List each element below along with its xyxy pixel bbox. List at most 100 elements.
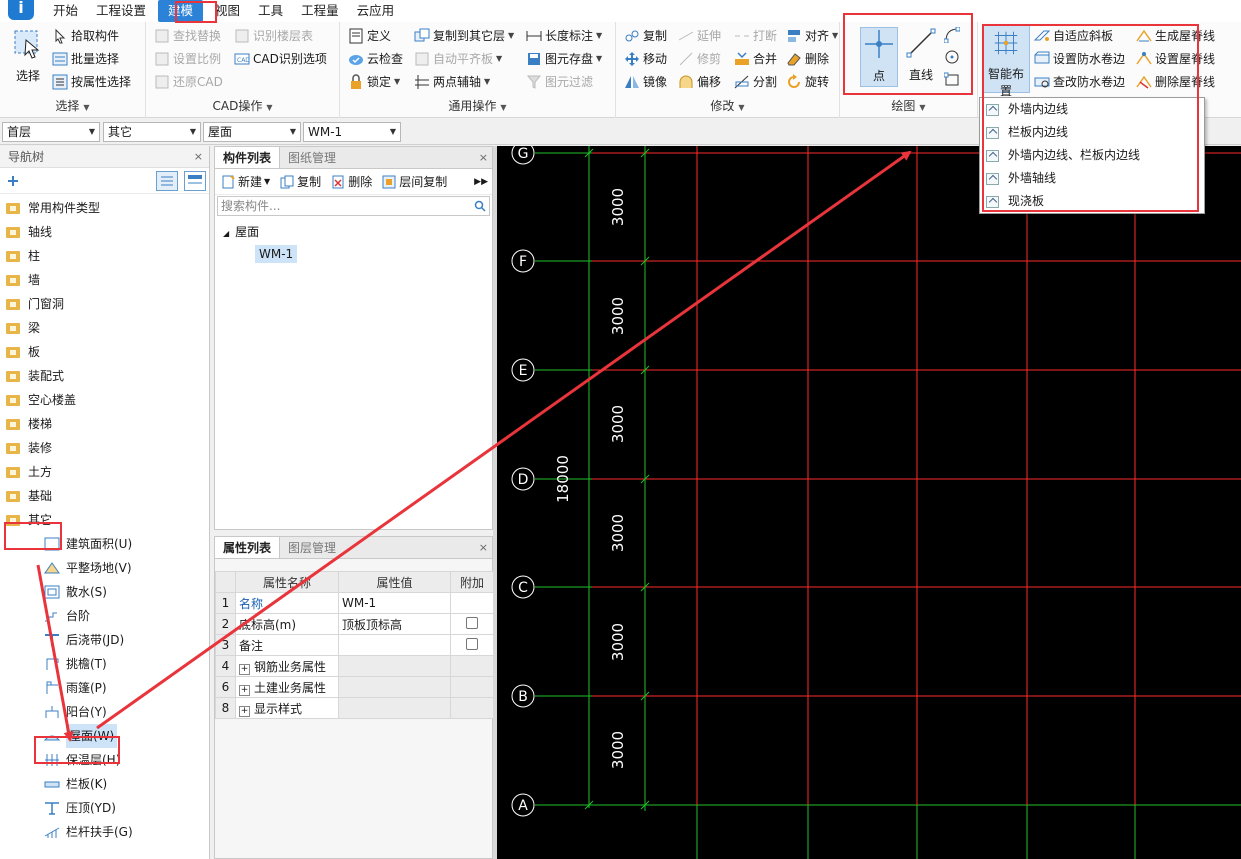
smart-layout-button[interactable]: 智能布置 ▼ xyxy=(982,25,1030,107)
nav-item[interactable]: 后浇带(JD) xyxy=(0,628,209,652)
nav-category[interactable]: 柱 xyxy=(0,244,209,268)
lock-button[interactable]: 锁定 ▼ xyxy=(348,72,400,92)
circle-icon[interactable] xyxy=(944,49,960,65)
menu-item-cast-slab[interactable]: 现浇板 xyxy=(980,190,1204,213)
expand-plus-icon[interactable]: + xyxy=(239,705,250,717)
offset-button[interactable]: 偏移 xyxy=(678,72,721,92)
menu-start[interactable]: 开始 xyxy=(44,0,87,22)
tab-property-list[interactable]: 属性列表 xyxy=(215,537,281,558)
menu-project-settings[interactable]: 工程设置 xyxy=(87,0,155,22)
app-logo[interactable]: i xyxy=(0,0,44,22)
cloud-check-button[interactable]: 云检查 xyxy=(348,49,403,69)
draw-group-label[interactable]: 绘图 ▼ xyxy=(840,97,977,114)
copy-to-other-floor-button[interactable]: 复制到其它层 ▼ xyxy=(414,26,514,46)
nav-category[interactable]: 空心楼盖 xyxy=(0,388,209,412)
copy-component-button[interactable]: 复制 xyxy=(280,173,321,190)
nav-item-roof[interactable]: 屋面(W) xyxy=(0,724,209,748)
floor-select[interactable]: 首层 ▼ xyxy=(2,122,100,142)
component-type-select[interactable]: 屋面 ▼ xyxy=(203,122,301,142)
nav-item[interactable]: 散水(S) xyxy=(0,580,209,604)
nav-category[interactable]: 墙 xyxy=(0,268,209,292)
select-by-attribute-button[interactable]: 按属性选择 xyxy=(52,72,131,92)
more-icon[interactable]: ▶▶ xyxy=(474,177,488,187)
nav-category[interactable]: 土方 xyxy=(0,460,209,484)
arc-icon[interactable] xyxy=(944,27,960,43)
extra-checkbox[interactable] xyxy=(466,637,478,650)
nav-item[interactable]: 台阶 xyxy=(0,604,209,628)
menu-cloud[interactable]: 云应用 xyxy=(348,0,404,22)
batch-select-button[interactable]: 批量选择 xyxy=(52,49,119,69)
draw-point-button[interactable]: 点 xyxy=(860,27,898,87)
nav-item[interactable]: 挑檐(T) xyxy=(0,652,209,676)
nav-category-other[interactable]: 其它 xyxy=(0,508,209,532)
expand-plus-icon[interactable]: + xyxy=(239,684,250,696)
menu-item-outer-wall-inner-edge[interactable]: 外墙内边线 xyxy=(980,98,1204,121)
trim-button[interactable]: 修剪 xyxy=(678,49,721,69)
delete-button[interactable]: 删除 xyxy=(786,49,829,69)
menu-modeling[interactable]: 建模 xyxy=(158,0,204,22)
property-value[interactable]: 顶板顶标高 xyxy=(338,613,451,635)
nav-item[interactable]: 压顶(YD) xyxy=(0,796,209,820)
align-button[interactable]: 对齐 ▼ xyxy=(786,26,838,46)
nav-item[interactable]: 平整场地(V) xyxy=(0,556,209,580)
tree-item-wm1[interactable]: WM-1 xyxy=(223,243,492,265)
nav-category[interactable]: 板 xyxy=(0,340,209,364)
find-replace-button[interactable]: 查找替换 xyxy=(154,26,221,46)
set-scale-button[interactable]: 设置比例 xyxy=(154,49,221,69)
property-group-row[interactable]: 8 + 显示样式 xyxy=(215,697,494,719)
menu-item-parapet-inner-edge[interactable]: 栏板内边线 xyxy=(980,121,1204,144)
close-icon[interactable]: × xyxy=(194,146,203,168)
check-waterproof-roll-button[interactable]: 查改防水卷边 xyxy=(1034,72,1125,92)
adaptive-slope-button[interactable]: 自适应斜板 xyxy=(1034,26,1113,46)
generate-ridge-line-button[interactable]: 生成屋脊线 xyxy=(1136,26,1215,46)
nav-item[interactable]: 阳台(Y) xyxy=(0,700,209,724)
nav-item[interactable]: 保温层(H) xyxy=(0,748,209,772)
identify-floor-table-button[interactable]: 识别楼层表 xyxy=(234,26,313,46)
nav-category[interactable]: 门窗洞 xyxy=(0,292,209,316)
auto-align-slab-button[interactable]: 自动平齐板 ▼ xyxy=(414,49,502,69)
new-component-button[interactable]: 新建 ▼ xyxy=(221,173,270,190)
define-button[interactable]: 定义 xyxy=(348,26,391,46)
nav-category[interactable]: 基础 xyxy=(0,484,209,508)
component-search-input[interactable]: 搜索构件... xyxy=(217,196,490,216)
add-icon[interactable] xyxy=(6,174,20,188)
close-icon[interactable]: × xyxy=(479,147,488,169)
pick-component-button[interactable]: 拾取构件 xyxy=(52,26,119,46)
modify-group-label[interactable]: 修改 ▼ xyxy=(616,97,839,114)
property-value[interactable]: WM-1 xyxy=(338,592,451,614)
general-group-label[interactable]: 通用操作 ▼ xyxy=(340,97,615,114)
nav-category[interactable]: 梁 xyxy=(0,316,209,340)
select-group-label[interactable]: 选择 ▼ xyxy=(0,97,145,114)
property-group-row[interactable]: 6 + 土建业务属性 xyxy=(215,676,494,698)
rotate-button[interactable]: 旋转 xyxy=(786,72,829,92)
nav-item[interactable]: 建筑面积(U) xyxy=(0,532,209,556)
cad-options-button[interactable]: CAD CAD识别选项 xyxy=(234,49,327,69)
nav-item[interactable]: 栏杆扶手(G) xyxy=(0,820,209,844)
copy-between-floors-button[interactable]: 层间复制 xyxy=(382,173,447,190)
merge-button[interactable]: 合并 xyxy=(734,49,777,69)
tab-layer-management[interactable]: 图层管理 xyxy=(280,537,344,558)
tab-component-list[interactable]: 构件列表 xyxy=(215,147,281,168)
component-select[interactable]: WM-1 ▼ xyxy=(303,122,401,142)
nav-category[interactable]: 装配式 xyxy=(0,364,209,388)
nav-category[interactable]: 楼梯 xyxy=(0,412,209,436)
search-icon[interactable] xyxy=(474,200,486,212)
set-waterproof-roll-button[interactable]: 设置防水卷边 xyxy=(1034,49,1125,69)
list-view-icon[interactable] xyxy=(156,171,178,191)
delete-ridge-line-button[interactable]: 删除屋脊线 xyxy=(1136,72,1215,92)
category-select[interactable]: 其它 ▼ xyxy=(103,122,201,142)
nav-category[interactable]: 常用构件类型 xyxy=(0,196,209,220)
property-value[interactable] xyxy=(338,634,451,656)
select-button[interactable]: 选择 xyxy=(8,28,48,84)
close-icon[interactable]: × xyxy=(479,537,488,559)
nav-item[interactable]: 雨篷(P) xyxy=(0,676,209,700)
draw-line-button[interactable]: 直线 xyxy=(904,27,938,83)
set-ridge-line-button[interactable]: 设置屋脊线 xyxy=(1136,49,1215,69)
delete-component-button[interactable]: 删除 xyxy=(331,173,372,190)
extend-button[interactable]: 延伸 xyxy=(678,26,721,46)
element-filter-button[interactable]: 图元过滤 xyxy=(526,72,593,92)
menu-item-wall-and-parapet-inner-edge[interactable]: 外墙内边线、栏板内边线 xyxy=(980,144,1204,167)
restore-cad-button[interactable]: 还原CAD xyxy=(154,72,223,92)
save-element-button[interactable]: 图元存盘 ▼ xyxy=(526,49,602,69)
extra-checkbox[interactable] xyxy=(466,616,478,629)
